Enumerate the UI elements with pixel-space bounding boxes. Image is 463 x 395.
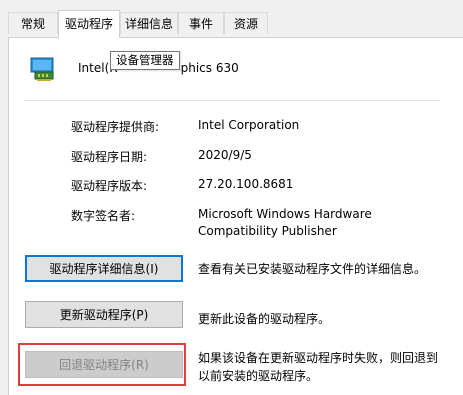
tab-driver[interactable]: 驱动程序 [58,10,120,38]
digital-signer-label: 数字签名者: [71,209,136,223]
roll-back-description-line2: 以前安装的驱动程序。 [198,369,319,383]
driver-provider-label: 驱动程序提供商: [71,120,160,134]
driver-version-label: 驱动程序版本: [71,179,148,193]
tab-events[interactable]: 事件 [178,12,224,34]
highlight-box [18,343,186,386]
tab-strip: 常规 驱动程序 详细信息 事件 资源 [0,0,463,38]
digital-signer-value-line1: Microsoft Windows Hardware [198,207,372,221]
tab-details[interactable]: 详细信息 [120,12,178,34]
driver-date-value: 2020/9/5 [198,148,252,162]
driver-version-value: 27.20.100.8681 [198,177,294,191]
tab-general[interactable]: 常规 [8,12,58,34]
driver-details-description: 查看有关已安装驱动程序文件的详细信息。 [198,262,427,276]
driver-details-button[interactable]: 驱动程序详细信息(I) [25,255,183,282]
driver-date-label: 驱动程序日期: [71,150,148,164]
device-name-end: phics 630 [180,61,239,75]
digital-signer-value-line2: Compatibility Publisher [198,224,337,238]
tooltip: 设备管理器 [110,51,180,70]
driver-provider-value: Intel Corporation [198,118,300,132]
divider [24,100,440,101]
display-adapter-icon [30,55,58,83]
update-driver-button[interactable]: 更新驱动程序(P) [25,301,183,328]
tab-resources[interactable]: 资源 [224,12,268,34]
roll-back-description-line1: 如果该设备在更新驱动程序时失败，则回退到 [198,351,439,365]
update-driver-description: 更新此设备的驱动程序。 [198,312,331,326]
